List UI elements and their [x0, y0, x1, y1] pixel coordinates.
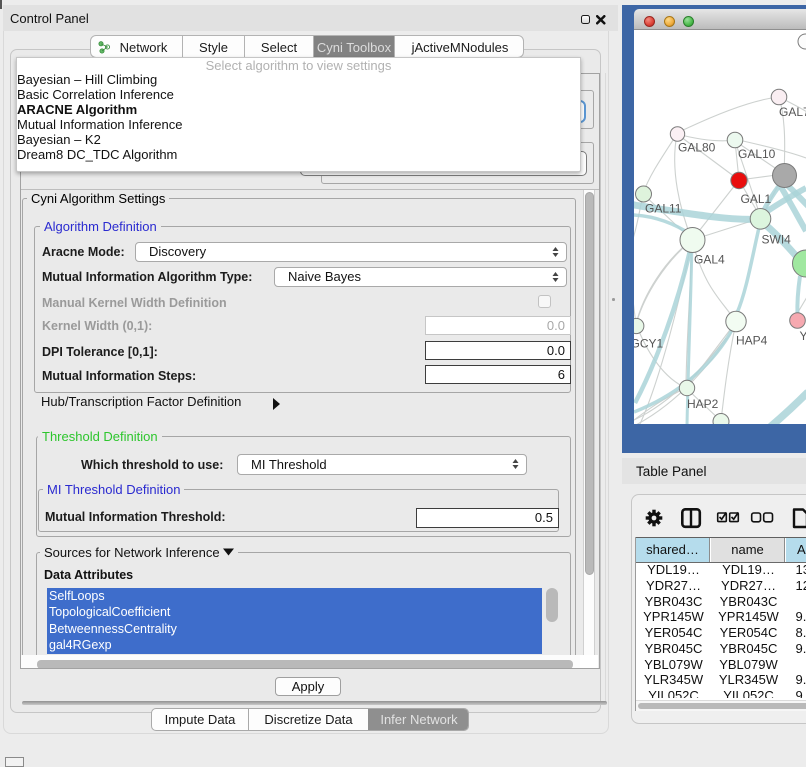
svg-text:GAL4: GAL4 — [694, 253, 725, 267]
svg-text:GAL11: GAL11 — [645, 202, 682, 216]
svg-text:SWI4: SWI4 — [762, 233, 792, 247]
svg-text:GCY1: GCY1 — [634, 337, 664, 351]
svg-text:GAL1: GAL1 — [741, 192, 772, 206]
svg-text:GAL7: GAL7 — [779, 105, 806, 119]
svg-text:GAL10: GAL10 — [738, 147, 776, 161]
svg-text:HAP2: HAP2 — [687, 397, 719, 411]
svg-text:HAP4: HAP4 — [736, 334, 768, 348]
svg-text:GAL80: GAL80 — [678, 141, 716, 155]
svg-text:YEL0: YEL0 — [800, 329, 806, 343]
